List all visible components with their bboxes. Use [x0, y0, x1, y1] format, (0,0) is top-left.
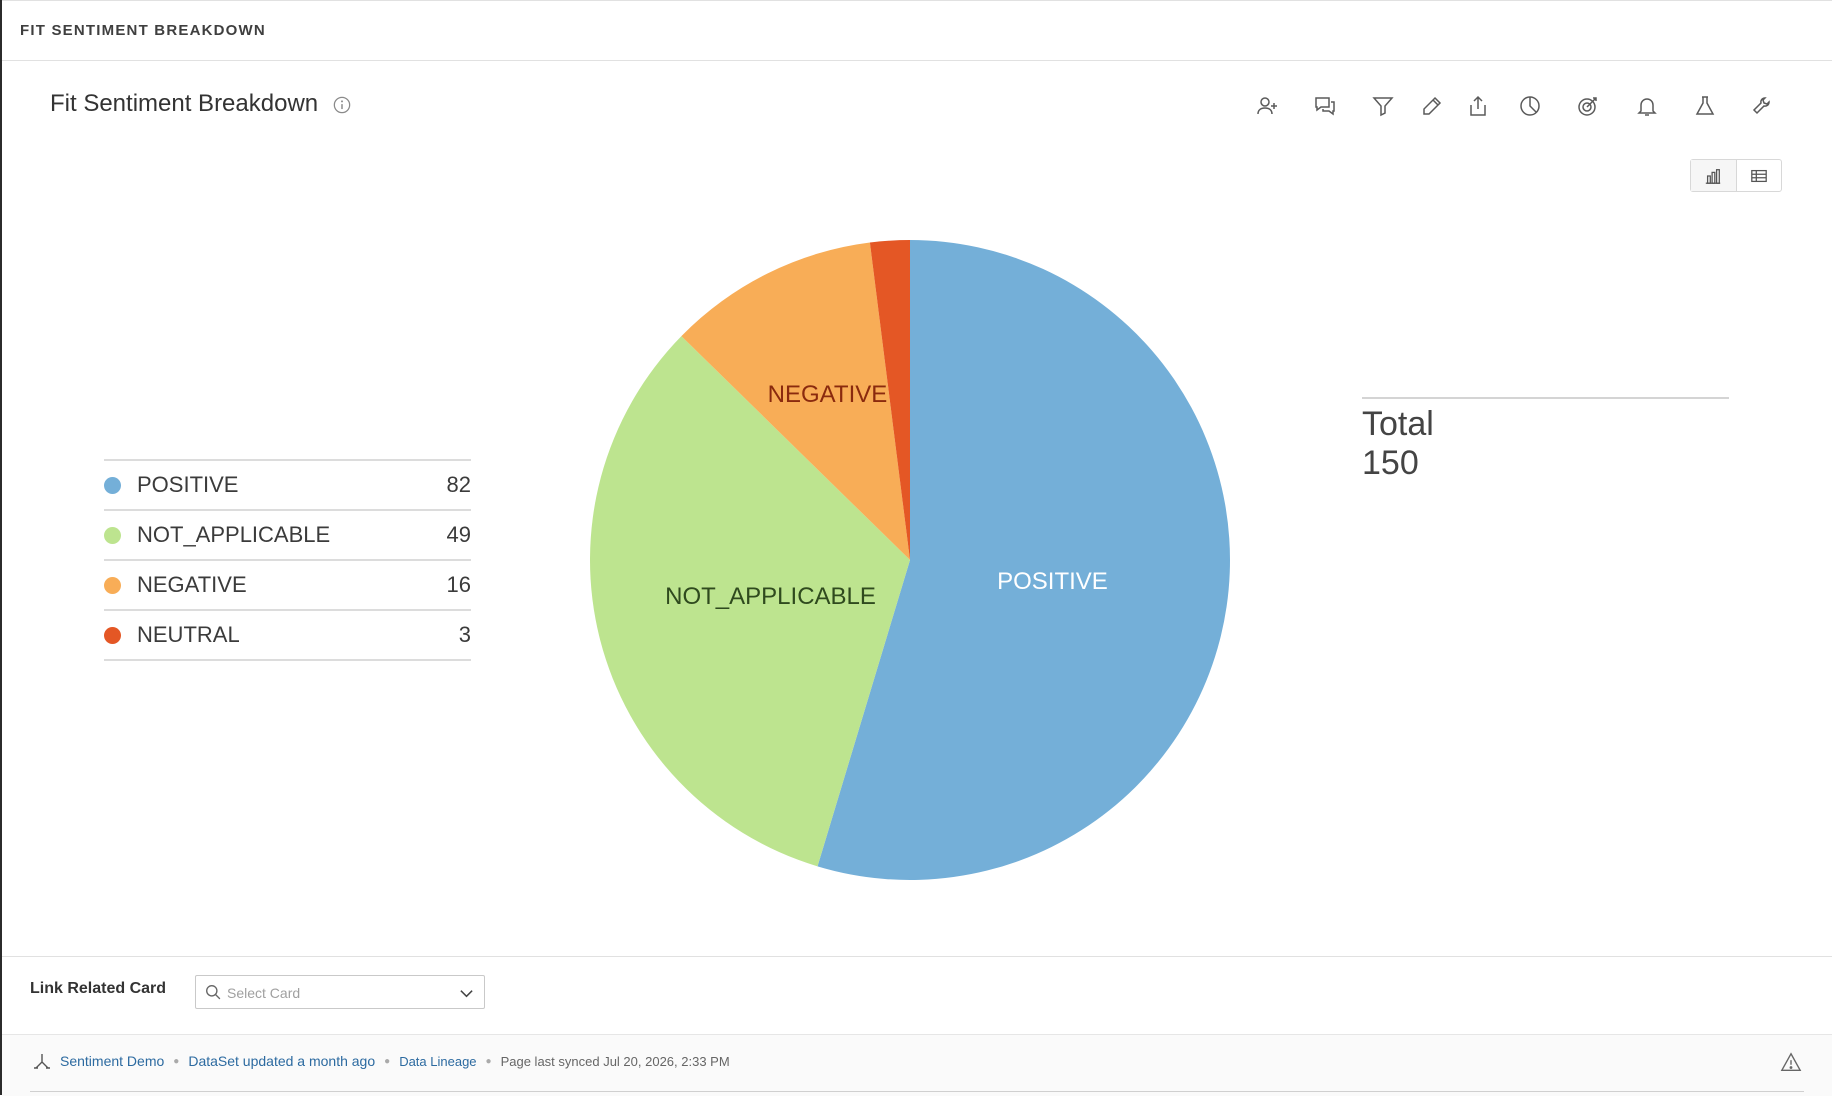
flask-icon[interactable] — [1691, 92, 1719, 120]
search-icon — [206, 985, 221, 1000]
view-toggle — [1690, 159, 1782, 192]
legend-item[interactable]: NOT_APPLICABLE 49 — [104, 509, 471, 559]
legend-swatch — [104, 526, 121, 544]
pie-slice-label: POSITIVE — [997, 568, 1108, 595]
legend-item[interactable]: NEGATIVE 16 — [104, 559, 471, 609]
legend-swatch — [104, 476, 121, 494]
legend-value: 82 — [446, 472, 471, 497]
page-title: FIT SENTIMENT BREAKDOWN — [20, 22, 266, 39]
select-card-placeholder: Select Card — [227, 985, 301, 1001]
card-toolbar — [0, 92, 1832, 122]
chart-legend: POSITIVE 82 NOT_APPLICABLE 49 NEGATIVE 16 NEUT… — [104, 459, 471, 661]
footer-rule — [30, 1091, 1804, 1092]
legend-swatch — [104, 576, 121, 594]
legend-item[interactable]: NEUTRAL 3 — [104, 609, 471, 661]
legend-swatch — [104, 626, 121, 644]
select-card-dropdown[interactable]: Select Card — [195, 975, 485, 1009]
separator-dot: ● — [384, 1055, 391, 1067]
wrench-icon[interactable] — [1748, 92, 1776, 120]
data-lineage-link[interactable]: Data Lineage — [399, 1054, 476, 1069]
lineage-icon — [34, 1054, 50, 1069]
pie-slice-label: NOT_APPLICABLE — [665, 583, 876, 610]
edit-icon[interactable] — [1418, 92, 1446, 120]
legend-label: NOT_APPLICABLE — [137, 522, 331, 547]
legend-item[interactable]: POSITIVE 82 — [104, 459, 471, 509]
summary-label: Total — [1362, 405, 1434, 443]
share-user-icon[interactable] — [1253, 92, 1281, 120]
top-bar: FIT SENTIMENT BREAKDOWN — [2, 0, 1832, 61]
link-related-label: Link Related Card — [30, 980, 167, 997]
separator-dot: ● — [173, 1055, 180, 1067]
legend-label: NEUTRAL — [137, 622, 240, 647]
pie-chart: POSITIVE NOT_APPLICABLE NEGATIVE — [589, 240, 1231, 880]
summary-value: 150 — [1362, 444, 1419, 482]
legend-label: NEGATIVE — [137, 572, 247, 597]
legend-value: 3 — [458, 622, 471, 647]
bell-icon[interactable] — [1633, 92, 1661, 120]
warning-icon[interactable] — [1780, 1051, 1802, 1073]
comment-icon[interactable] — [1311, 92, 1339, 120]
legend-value: 16 — [446, 572, 471, 597]
legend-label: POSITIVE — [137, 472, 239, 497]
dataset-link[interactable]: Sentiment Demo — [60, 1053, 164, 1069]
chart-view-icon[interactable] — [1691, 160, 1736, 191]
legend-value: 49 — [446, 522, 471, 547]
filter-icon[interactable] — [1369, 92, 1397, 120]
pie-chart-icon[interactable] — [1516, 92, 1544, 120]
footer-bar: Sentiment Demo ● DataSet updated a month… — [2, 1034, 1832, 1096]
separator-dot: ● — [485, 1055, 492, 1067]
pie-slice-label: NEGATIVE — [768, 381, 888, 408]
sync-status: Page last synced Jul 20, 2026, 2:33 PM — [500, 1053, 730, 1069]
chevron-down-icon — [460, 990, 473, 998]
export-icon[interactable] — [1464, 92, 1492, 120]
section-divider — [2, 956, 1832, 957]
dataset-updated-link[interactable]: DataSet updated a month ago — [188, 1053, 375, 1069]
summary-panel: Total 150 — [1362, 397, 1729, 483]
target-icon[interactable] — [1574, 92, 1602, 120]
table-view-icon[interactable] — [1735, 160, 1782, 191]
